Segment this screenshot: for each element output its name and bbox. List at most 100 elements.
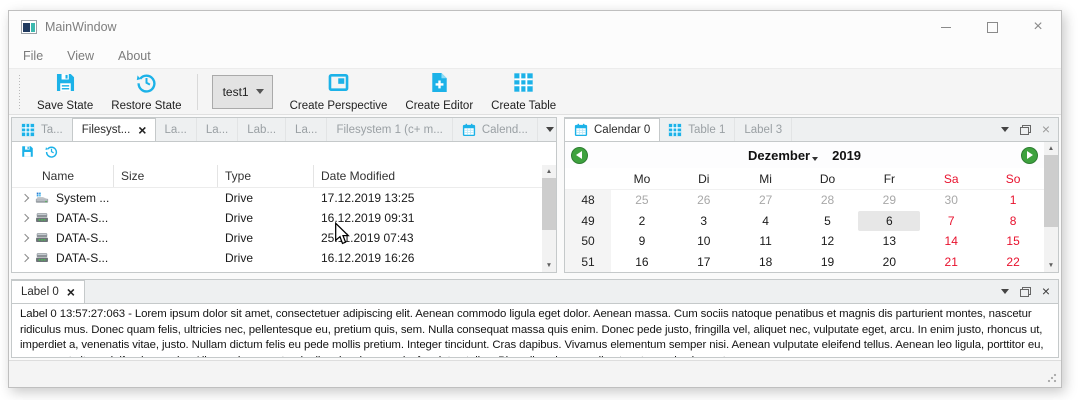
tab-list-dropdown-icon[interactable] (1001, 127, 1009, 132)
table-row[interactable]: DATA-S...Drive16.12.2019 09:31 (12, 208, 542, 228)
calendar-day[interactable]: 6 (858, 211, 920, 232)
scroll-up-icon[interactable] (542, 165, 556, 178)
scrollbar-thumb[interactable] (542, 178, 556, 230)
dock-tab[interactable]: Calendar 0 (564, 118, 660, 141)
tree-name-cell: DATA-S... (12, 231, 114, 245)
calendar-week-row: 5116171819202122 (565, 252, 1044, 273)
calendar-day[interactable]: 7 (920, 211, 982, 232)
dock-close-icon[interactable] (1042, 121, 1050, 139)
scroll-up-icon[interactable] (1044, 142, 1058, 155)
dock-tab[interactable]: Lab... (238, 118, 286, 141)
calendar-day[interactable]: 22 (982, 252, 1044, 273)
data-drive-icon (34, 211, 50, 225)
close-button[interactable] (1015, 11, 1061, 43)
month-button[interactable]: Dezember (748, 148, 818, 163)
tab-close-icon[interactable] (67, 285, 75, 300)
create-editor-button[interactable]: Create Editor (396, 70, 482, 114)
calendar-day[interactable]: 19 (797, 252, 859, 273)
right-panel-scrollbar[interactable] (1044, 142, 1058, 272)
calendar-day[interactable]: 5 (797, 211, 859, 232)
calendar-day[interactable]: 11 (735, 231, 797, 252)
left-panel-scrollbar[interactable] (542, 165, 556, 272)
scrollbar-thumb[interactable] (1044, 155, 1058, 227)
calendar-day[interactable]: 17 (673, 252, 735, 273)
column-header-date-modified[interactable]: Date Modified (314, 165, 542, 187)
scroll-down-icon[interactable] (1044, 259, 1058, 272)
tab-label: Filesystem 1 (c+ m... (336, 124, 442, 136)
perspective-combo[interactable]: test1 (212, 75, 273, 109)
minimize-button[interactable] (923, 11, 969, 43)
calendar-day[interactable]: 1 (982, 190, 1044, 211)
expand-chevron-icon[interactable] (21, 234, 29, 242)
year-button[interactable]: 2019 (832, 148, 861, 163)
menu-item-about[interactable]: About (118, 49, 151, 63)
calendar-day[interactable]: 20 (858, 252, 920, 273)
maximize-button[interactable] (969, 11, 1015, 43)
tree-cell-type: Drive (218, 251, 314, 265)
save-state-button[interactable]: Save State (28, 70, 102, 114)
calendar-day[interactable]: 4 (735, 211, 797, 232)
calendar-day[interactable]: 13 (858, 231, 920, 252)
calendar-day[interactable]: 14 (920, 231, 982, 252)
dock-tab[interactable]: Filesyst... (72, 118, 157, 141)
tab-close-icon[interactable] (138, 123, 146, 138)
tree-cell-type: Drive (218, 191, 314, 205)
calendar-day[interactable]: 16 (611, 252, 673, 273)
calendar-day[interactable]: 26 (673, 190, 735, 211)
prev-month-button[interactable] (571, 147, 588, 164)
column-header-size[interactable]: Size (114, 165, 218, 187)
calendar-day[interactable]: 27 (735, 190, 797, 211)
dock-tab[interactable]: Calend... (453, 118, 538, 141)
next-month-button[interactable] (1021, 147, 1038, 164)
calendar-day[interactable]: 9 (611, 231, 673, 252)
menu-item-view[interactable]: View (67, 49, 94, 63)
dock-tab[interactable]: Table 1 (659, 118, 735, 141)
calendar-day[interactable]: 12 (797, 231, 859, 252)
expand-chevron-icon[interactable] (21, 194, 29, 202)
dock-tab[interactable]: La... (286, 118, 327, 141)
table-row[interactable]: System ...Drive17.12.2019 13:25 (12, 188, 542, 208)
calendar-day[interactable]: 28 (797, 190, 859, 211)
expand-chevron-icon[interactable] (21, 214, 29, 222)
panel-save-button[interactable] (21, 145, 34, 163)
create-table-button[interactable]: Create Table (482, 70, 565, 114)
calendar-day[interactable]: 10 (673, 231, 735, 252)
resize-grip-icon[interactable] (1047, 373, 1057, 383)
tab-list-dropdown-icon[interactable] (546, 127, 554, 132)
dock-tab[interactable]: Ta... (12, 118, 73, 141)
create-perspective-button[interactable]: Create Perspective (281, 70, 397, 114)
undock-icon[interactable] (1020, 287, 1031, 297)
scroll-down-icon[interactable] (542, 259, 556, 272)
expand-chevron-icon[interactable] (21, 254, 29, 262)
undock-icon[interactable] (1020, 125, 1031, 135)
window-controls (923, 11, 1061, 43)
tab-label: Label 0 (21, 286, 59, 298)
calendar-day[interactable]: 30 (920, 190, 982, 211)
panel-restore-button[interactable] (45, 145, 58, 163)
dock-tab[interactable]: La... (155, 118, 196, 141)
calendar-day[interactable]: 18 (735, 252, 797, 273)
tab-list-dropdown-icon[interactable] (1001, 289, 1009, 294)
menu-item-file[interactable]: File (23, 49, 43, 63)
calendar-day[interactable]: 29 (858, 190, 920, 211)
table-row[interactable]: DATA-S...Drive25.11.2019 07:43 (12, 228, 542, 248)
dock-tab[interactable]: Label 3 (735, 118, 792, 141)
table-icon (21, 123, 35, 137)
dock-tab[interactable]: La... (197, 118, 238, 141)
column-header-type[interactable]: Type (218, 165, 314, 187)
column-header-name[interactable]: Name (12, 165, 114, 187)
dock-tab[interactable]: Filesystem 1 (c+ m... (327, 118, 452, 141)
table-row[interactable]: DATA-S...Drive16.12.2019 16:26 (12, 248, 542, 268)
toolbar-drag-handle[interactable] (17, 75, 22, 109)
restore-state-button[interactable]: Restore State (102, 70, 190, 114)
toolbar: Save State Restore State test1 Create Pe… (9, 68, 1061, 115)
day-header: Do (797, 172, 859, 186)
calendar-day[interactable]: 15 (982, 231, 1044, 252)
calendar-day[interactable]: 25 (611, 190, 673, 211)
dock-tab[interactable]: Label 0 (11, 280, 85, 303)
dock-close-icon[interactable] (1042, 283, 1050, 301)
calendar-day[interactable]: 8 (982, 211, 1044, 232)
calendar-day[interactable]: 21 (920, 252, 982, 273)
calendar-day[interactable]: 3 (673, 211, 735, 232)
calendar-day[interactable]: 2 (611, 211, 673, 232)
